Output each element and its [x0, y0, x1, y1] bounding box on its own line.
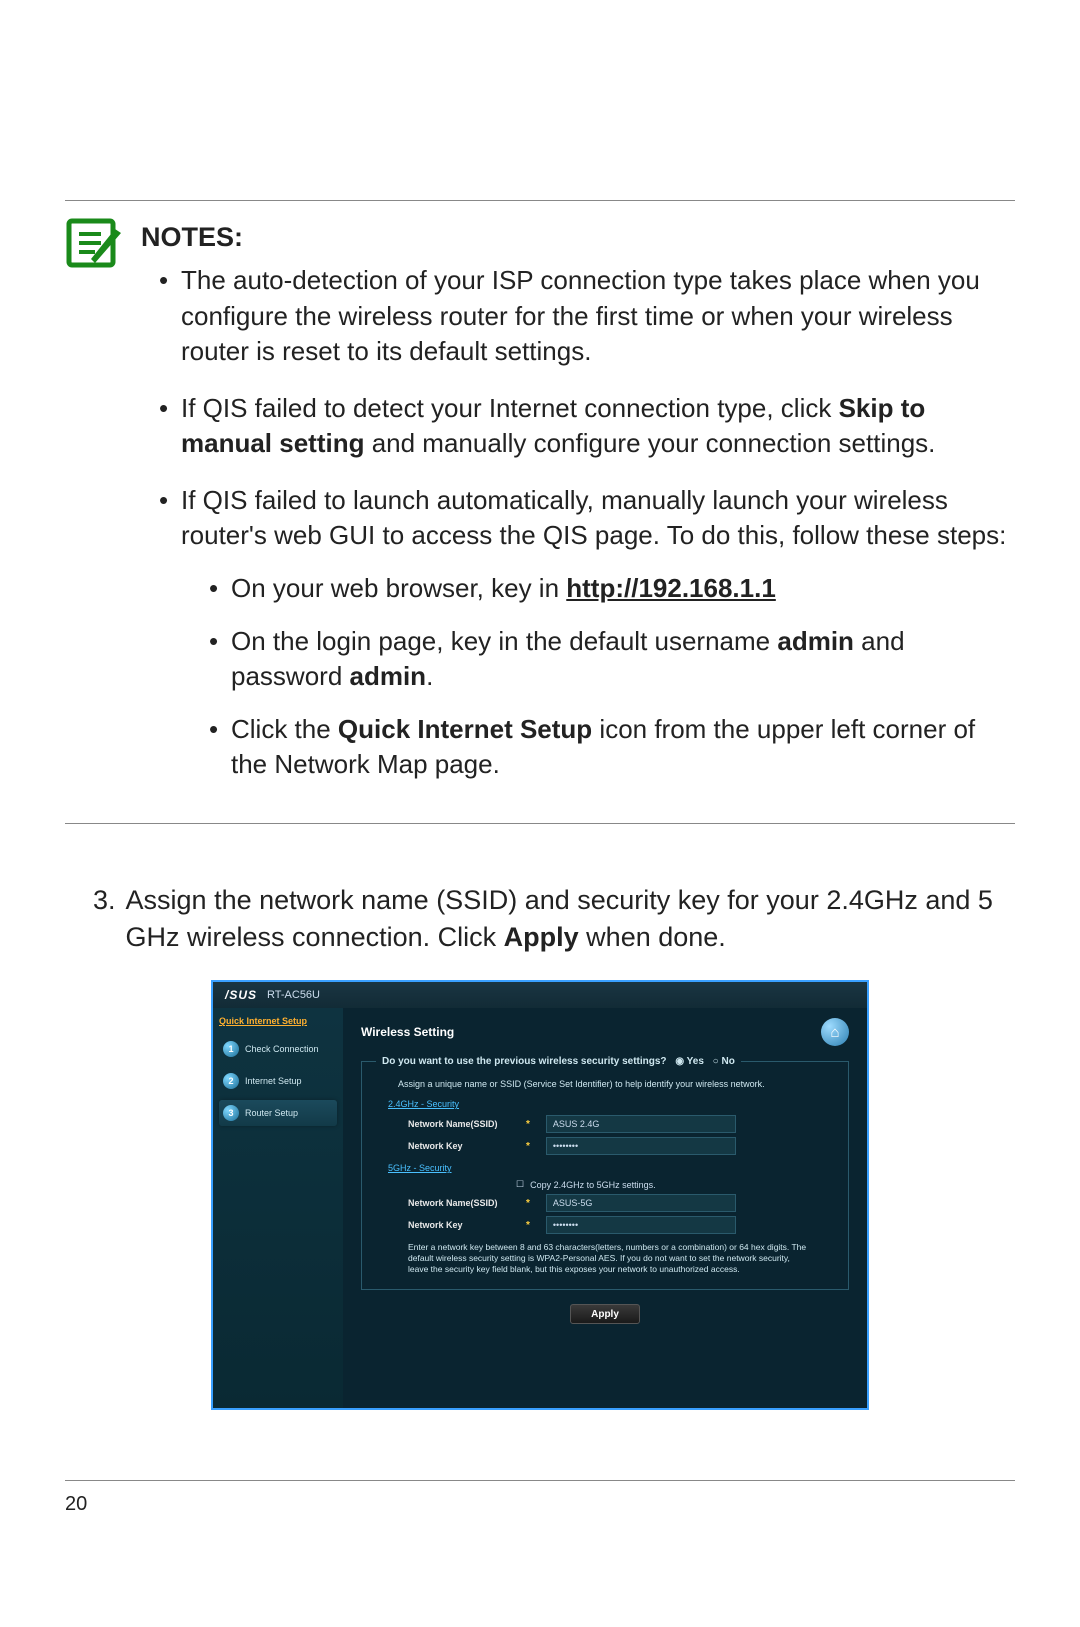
notes-box: NOTES: The auto-detection of your ISP co…: [65, 200, 1015, 824]
page-footer-rule: [65, 1480, 1015, 1481]
note-item: The auto-detection of your ISP connectio…: [159, 263, 1015, 368]
step-3: 3. Assign the network name (SSID) and se…: [65, 882, 1015, 957]
checkbox-copy[interactable]: ☐: [516, 1179, 524, 1190]
radio-no[interactable]: ○ No: [713, 1056, 735, 1067]
page-content: NOTES: The auto-detection of your ISP co…: [40, 0, 1040, 1556]
router-topbar: /SUS RT-AC56U: [213, 982, 867, 1008]
sidebar-title: Quick Internet Setup: [219, 1016, 337, 1026]
notes-content: NOTES: The auto-detection of your ISP co…: [141, 219, 1015, 805]
notes-icon: [65, 217, 121, 273]
input-key-24[interactable]: [546, 1137, 736, 1155]
label-key-5: Network Key: [408, 1220, 516, 1230]
sidebar-item-check-connection[interactable]: 1 Check Connection: [219, 1036, 337, 1062]
assign-note: Assign a unique name or SSID (Service Se…: [398, 1079, 834, 1089]
note-subitem: On the login page, key in the default us…: [209, 624, 1015, 694]
input-key-5[interactable]: [546, 1216, 736, 1234]
checkbox-copy-label: Copy 2.4GHz to 5GHz settings.: [530, 1180, 656, 1190]
settings-fieldset: Do you want to use the previous wireless…: [361, 1056, 849, 1290]
required-star-icon: *: [526, 1198, 530, 1209]
label-ssid-24: Network Name(SSID): [408, 1119, 516, 1129]
required-star-icon: *: [526, 1220, 530, 1231]
note-item: If QIS failed to launch automatically, m…: [159, 483, 1015, 783]
step-badge-icon: 2: [223, 1073, 239, 1089]
previous-settings-legend: Do you want to use the previous wireless…: [376, 1056, 741, 1067]
home-icon[interactable]: ⌂: [821, 1018, 849, 1046]
label-key-24: Network Key: [408, 1141, 516, 1151]
radio-yes[interactable]: ◉ Yes: [675, 1056, 704, 1067]
note-subitem: Click the Quick Internet Setup icon from…: [209, 712, 1015, 782]
notes-title: NOTES:: [141, 219, 1015, 255]
sidebar-item-label: Router Setup: [245, 1108, 298, 1118]
router-main-panel: Wireless Setting ⌂ Do you want to use th…: [343, 1008, 867, 1408]
label-ssid-5: Network Name(SSID): [408, 1198, 516, 1208]
required-star-icon: *: [526, 1141, 530, 1152]
note-item: If QIS failed to detect your Internet co…: [159, 391, 1015, 461]
apply-button[interactable]: Apply: [570, 1304, 640, 1324]
step-text: Assign the network name (SSID) and secur…: [126, 882, 1015, 957]
sidebar-item-label: Internet Setup: [245, 1076, 302, 1086]
step-badge-icon: 1: [223, 1041, 239, 1057]
router-screenshot: /SUS RT-AC56U Quick Internet Setup 1 Che…: [211, 980, 869, 1410]
section-24ghz: 2.4GHz - Security: [388, 1099, 834, 1109]
brand-logo: /SUS: [225, 988, 257, 1002]
model-label: RT-AC56U: [267, 989, 320, 1001]
sidebar-item-label: Check Connection: [245, 1044, 319, 1054]
input-ssid-24[interactable]: [546, 1115, 736, 1133]
input-ssid-5[interactable]: [546, 1194, 736, 1212]
router-sidebar: Quick Internet Setup 1 Check Connection …: [213, 1008, 343, 1408]
panel-title: Wireless Setting: [361, 1025, 454, 1039]
required-star-icon: *: [526, 1119, 530, 1130]
page-number: 20: [65, 1493, 1015, 1516]
warning-text: Enter a network key between 8 and 63 cha…: [408, 1242, 808, 1275]
sidebar-item-internet-setup[interactable]: 2 Internet Setup: [219, 1068, 337, 1094]
step-badge-icon: 3: [223, 1105, 239, 1121]
step-number: 3.: [93, 882, 116, 957]
sidebar-item-router-setup[interactable]: 3 Router Setup: [219, 1100, 337, 1126]
section-5ghz: 5GHz - Security: [388, 1163, 834, 1173]
note-subitem: On your web browser, key in http://192.1…: [209, 571, 1015, 606]
